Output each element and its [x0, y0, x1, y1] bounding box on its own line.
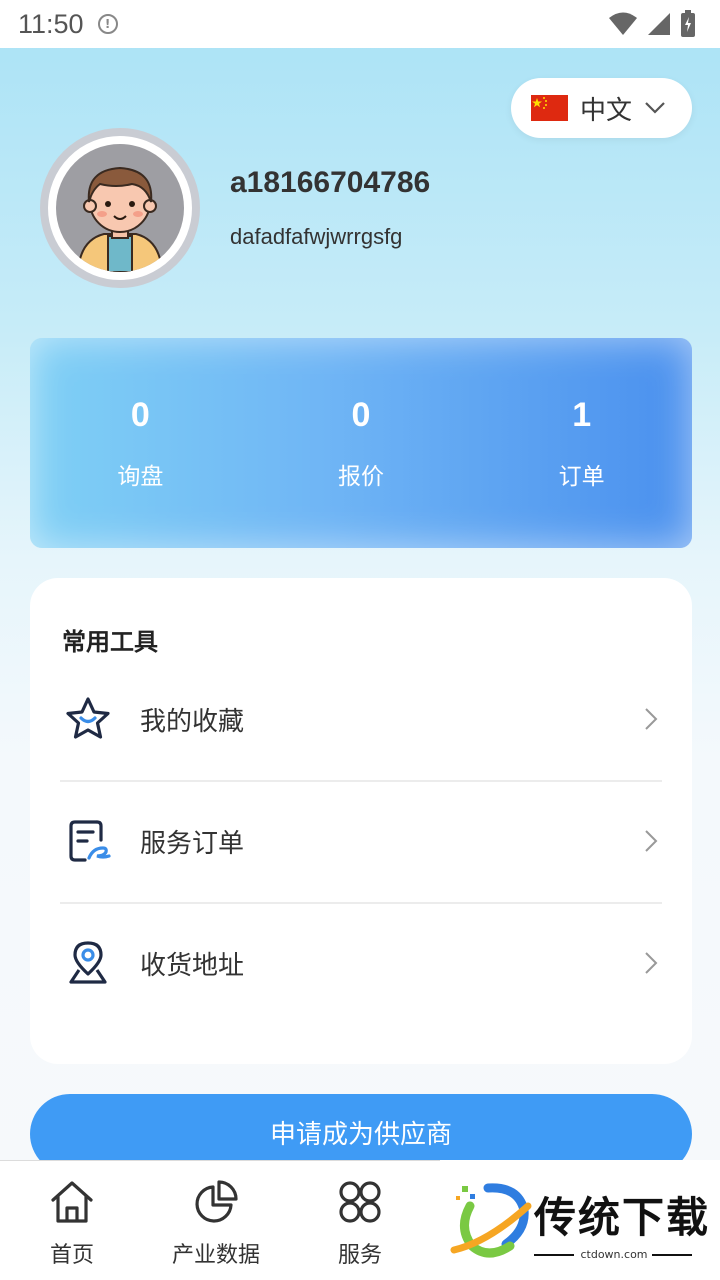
language-selector[interactable]: 中文 — [511, 78, 692, 138]
tool-label: 我的收藏 — [140, 706, 245, 737]
language-label: 中文 — [580, 95, 633, 126]
signal-icon — [648, 13, 670, 35]
stat-orders[interactable]: 1 订单 — [471, 338, 692, 548]
location-icon — [60, 935, 116, 991]
stat-value: 0 — [351, 395, 371, 434]
tool-item-addresses[interactable]: 收货地址 — [60, 902, 662, 1024]
wifi-icon — [609, 12, 637, 35]
status-bar: 11:50 ! — [0, 0, 720, 48]
nav-label: 产业数据 — [171, 1243, 260, 1268]
chevron-right-icon — [645, 952, 658, 974]
user-subtitle: dafadfafwjwrrgsfg — [230, 224, 403, 249]
avatar[interactable] — [40, 128, 200, 288]
info-icon: ! — [97, 14, 118, 34]
watermark-emblem-icon — [450, 1183, 532, 1258]
watermark-text: 传统下载 — [534, 1193, 711, 1242]
tool-label: 服务订单 — [140, 828, 245, 859]
stats-card: 0 询盘 0 报价 1 订单 — [30, 338, 692, 548]
nav-label: 首页 — [49, 1243, 94, 1268]
tools-title: 常用工具 — [62, 628, 158, 656]
pie-chart-icon — [191, 1177, 241, 1227]
nav-label: 服务 — [337, 1243, 382, 1268]
home-icon — [47, 1177, 97, 1227]
chevron-right-icon — [645, 830, 658, 852]
chevron-down-icon — [645, 102, 665, 114]
stat-quotes[interactable]: 0 报价 — [251, 338, 472, 548]
nav-item-home[interactable]: 首页 — [0, 1161, 144, 1280]
status-time: 11:50 — [18, 8, 84, 39]
tool-label: 收货地址 — [140, 950, 245, 981]
stat-inquiries[interactable]: 0 询盘 — [30, 338, 251, 548]
china-flag-icon — [531, 95, 568, 121]
battery-icon — [681, 10, 695, 37]
stat-label: 报价 — [338, 463, 384, 490]
nav-item-industry-data[interactable]: 产业数据 — [144, 1161, 288, 1280]
stat-value: 0 — [130, 395, 150, 434]
order-icon — [60, 813, 116, 869]
username: a18166704786 — [230, 166, 431, 199]
status-icons — [608, 10, 696, 38]
tools-card: 常用工具 我的收藏 服务订单 收货地址 — [30, 578, 692, 1064]
nav-item-services[interactable]: 服务 — [288, 1161, 432, 1280]
stat-value: 1 — [572, 395, 592, 434]
chevron-right-icon — [645, 708, 658, 730]
avatar-illustration — [56, 144, 184, 272]
stat-label: 订单 — [558, 463, 605, 490]
watermark-url: ctdown.com — [580, 1248, 648, 1261]
tool-item-favorites[interactable]: 我的收藏 — [60, 658, 662, 780]
watermark-logo: 传统下载 ctdown.com — [440, 1160, 720, 1280]
tool-item-service-orders[interactable]: 服务订单 — [60, 780, 662, 902]
stat-label: 询盘 — [117, 463, 164, 490]
services-icon — [335, 1177, 385, 1227]
star-icon — [60, 691, 116, 747]
